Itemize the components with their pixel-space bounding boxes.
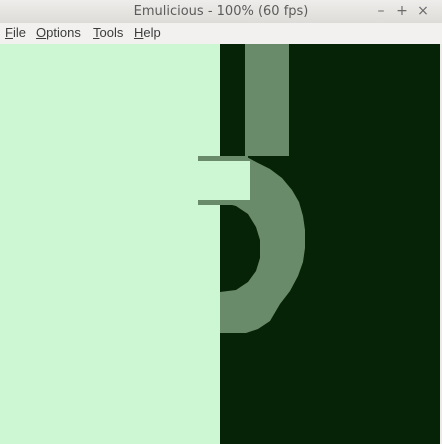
menu-help[interactable]: Help bbox=[134, 25, 161, 40]
emulator-window: Emulicious - 100% (60 fps) – + × File Op… bbox=[0, 0, 442, 444]
game-screen-graphics bbox=[0, 44, 440, 444]
minimize-button[interactable]: – bbox=[374, 3, 388, 19]
mid-tone-line-top bbox=[198, 156, 248, 161]
menu-bar: File Options Tools Help bbox=[0, 23, 442, 44]
light-cutout bbox=[220, 161, 250, 200]
menu-options[interactable]: Options bbox=[36, 25, 81, 40]
mid-tone-bar bbox=[245, 44, 289, 156]
menu-file[interactable]: File bbox=[5, 25, 26, 40]
menu-tools[interactable]: Tools bbox=[93, 25, 123, 40]
mid-tone-line-middle bbox=[198, 200, 248, 205]
close-button[interactable]: × bbox=[416, 3, 430, 19]
maximize-button[interactable]: + bbox=[395, 3, 409, 19]
game-screen[interactable] bbox=[0, 44, 440, 444]
title-bar[interactable]: Emulicious - 100% (60 fps) – + × bbox=[0, 0, 442, 24]
